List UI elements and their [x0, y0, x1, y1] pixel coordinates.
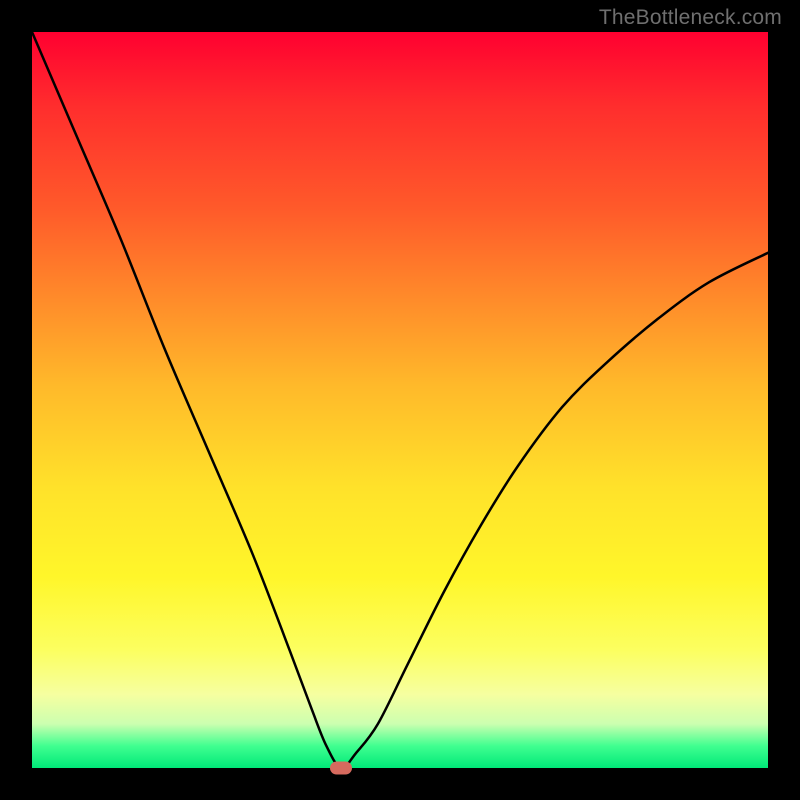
chart-frame: TheBottleneck.com — [0, 0, 800, 800]
watermark-text: TheBottleneck.com — [599, 6, 782, 30]
bottleneck-curve — [32, 32, 768, 768]
chart-canvas — [32, 32, 768, 768]
minimum-marker — [330, 762, 352, 775]
chart-background-gradient — [32, 32, 768, 768]
